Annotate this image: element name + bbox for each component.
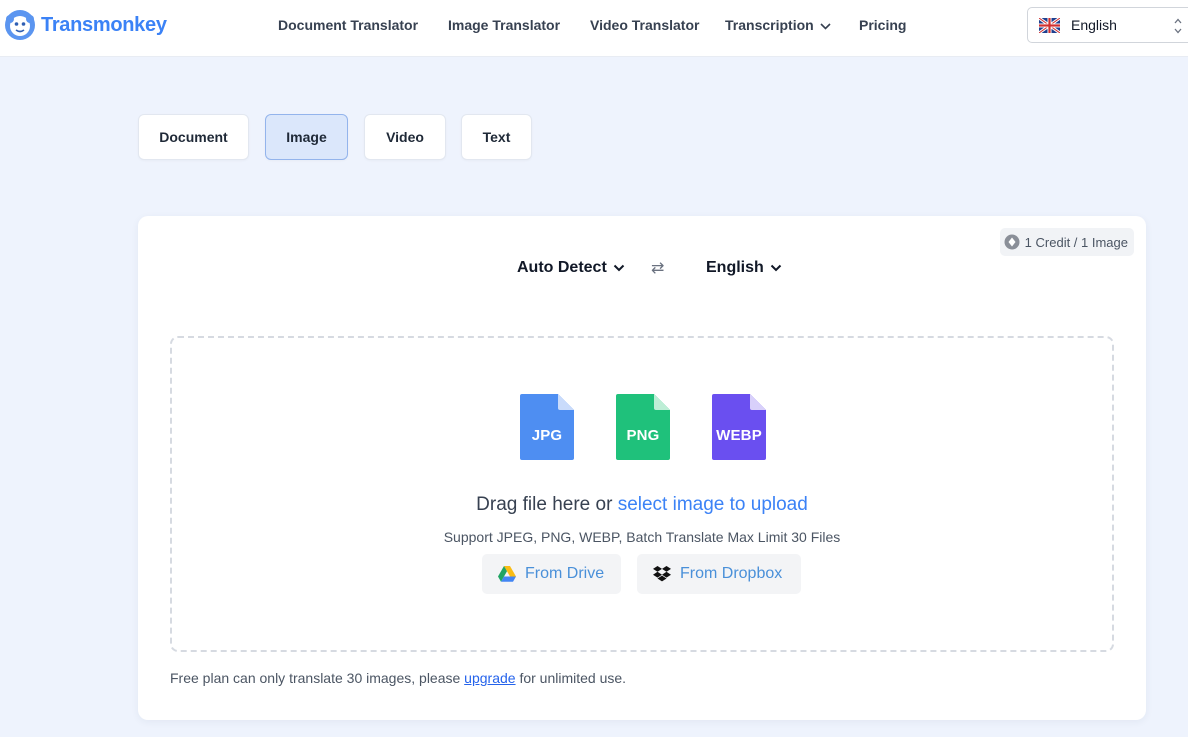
from-drive-label: From Drive (525, 565, 605, 582)
language-select[interactable]: English (1027, 7, 1188, 43)
webp-file-label: WEBP (716, 427, 762, 444)
chevron-down-icon (820, 17, 831, 33)
nav-video-translator[interactable]: Video Translator (590, 0, 699, 50)
updown-chevron-icon (1174, 18, 1182, 34)
from-dropbox-button[interactable]: From Dropbox (637, 554, 801, 594)
note-prefix: Free plan can only translate 30 images, … (170, 670, 461, 686)
nav-transcription-label: Transcription (725, 17, 814, 33)
source-language-select[interactable]: Auto Detect (517, 259, 625, 277)
nav-document-translator[interactable]: Document Translator (278, 0, 418, 50)
select-image-link[interactable]: select image to upload (618, 494, 808, 515)
note-suffix: for unlimited use. (519, 670, 627, 686)
png-file-label: PNG (626, 427, 660, 444)
tab-video[interactable]: Video (364, 114, 446, 160)
upload-card: 1 Credit / 1 Image Auto Detect ⇄ English… (138, 216, 1146, 720)
file-dropzone[interactable]: JPG PNG WEBP Drag file here or select im… (170, 336, 1114, 652)
from-dropbox-label: From Dropbox (680, 565, 783, 582)
credit-coin-icon (1004, 234, 1020, 250)
drag-instruction: Drag file here or select image to upload (172, 494, 1112, 516)
from-drive-button[interactable]: From Drive (482, 554, 621, 594)
swap-languages-icon[interactable]: ⇄ (651, 258, 664, 278)
credit-badge: 1 Credit / 1 Image (999, 228, 1134, 256)
nav-transcription[interactable]: Transcription (725, 0, 831, 50)
credit-text: 1 Credit / 1 Image (1024, 234, 1128, 250)
free-plan-note: Free plan can only translate 30 images, … (170, 670, 626, 686)
drag-text-prefix: Drag file here or (476, 494, 613, 515)
google-drive-icon (498, 566, 516, 582)
brand-name: Transmonkey (41, 13, 167, 36)
monkey-logo-icon (5, 10, 35, 40)
chevron-down-icon (613, 264, 624, 272)
jpg-file-icon: JPG (520, 394, 574, 460)
chevron-down-icon (770, 264, 781, 272)
dropbox-icon (653, 566, 671, 582)
webp-file-icon: WEBP (712, 394, 766, 460)
tab-text[interactable]: Text (461, 114, 532, 160)
target-language-select[interactable]: English (706, 259, 782, 277)
target-language-value: English (706, 259, 764, 276)
png-file-icon: PNG (616, 394, 670, 460)
language-select-value: English (1071, 17, 1117, 33)
support-formats-text: Support JPEG, PNG, WEBP, Batch Translate… (443, 529, 841, 545)
top-header: Transmonkey Document Translator Image Tr… (0, 0, 1188, 57)
brand-logo[interactable]: Transmonkey (4, 9, 167, 41)
tab-image[interactable]: Image (265, 114, 348, 160)
nav-image-translator[interactable]: Image Translator (448, 0, 560, 50)
nav-pricing[interactable]: Pricing (859, 0, 906, 50)
source-language-value: Auto Detect (517, 259, 607, 276)
uk-flag-icon (1039, 17, 1060, 33)
upgrade-link[interactable]: upgrade (464, 670, 515, 686)
jpg-file-label: JPG (531, 427, 563, 444)
tab-document[interactable]: Document (138, 114, 249, 160)
